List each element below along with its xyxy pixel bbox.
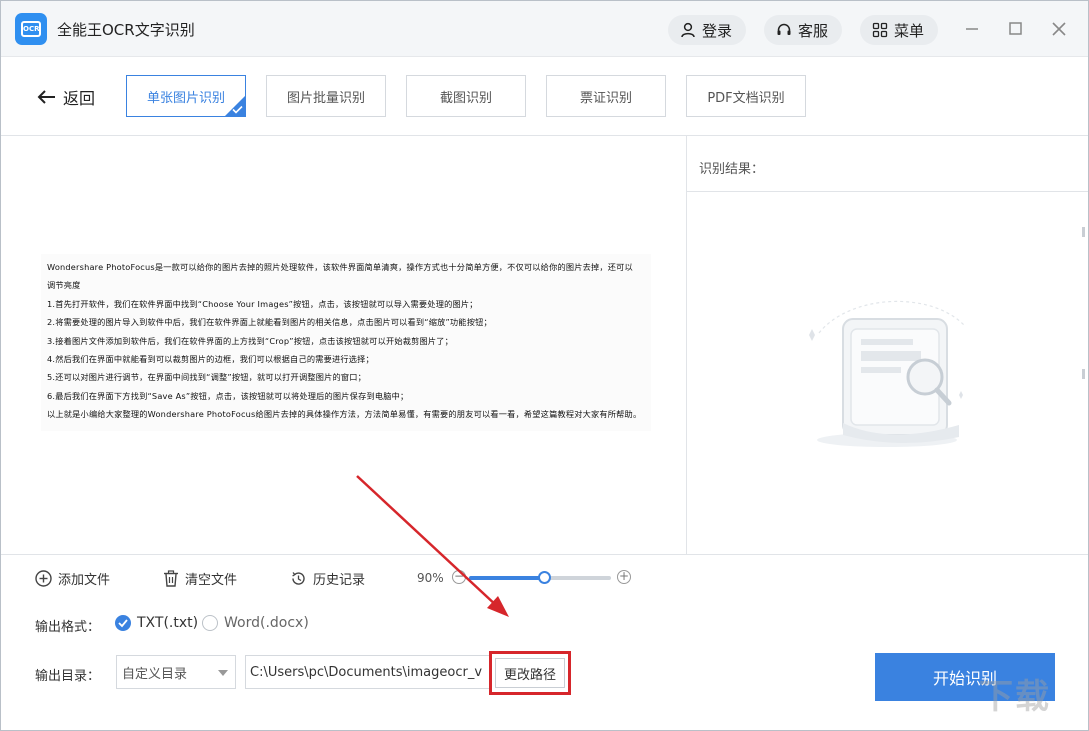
menu-label: 菜单 bbox=[894, 21, 925, 40]
tab-batch-images[interactable]: 图片批量识别 bbox=[266, 75, 386, 117]
doc-line: 3.接着图片文件添加到软件后，我们在软件界面的上方找到“Crop”按钮，点击该按… bbox=[47, 335, 454, 346]
scrollbar-mark[interactable] bbox=[1082, 227, 1085, 237]
tab-screenshot[interactable]: 截图识别 bbox=[406, 75, 526, 117]
doc-line: 6.最后我们在界面下方找到“Save As”按钮，点击，该按钮就可以将处理后的图… bbox=[47, 390, 409, 401]
maximize-icon bbox=[1009, 22, 1022, 35]
zoom-slider[interactable] bbox=[469, 571, 611, 584]
check-icon bbox=[232, 105, 243, 114]
tab-label: 单张图片识别 bbox=[146, 90, 225, 106]
tab-label: 票证识别 bbox=[579, 90, 632, 106]
history-button[interactable]: 历史记录 bbox=[290, 569, 365, 588]
output-path-field[interactable]: C:\Users\pc\Documents\imageocr_v bbox=[245, 655, 490, 689]
tab-label: PDF文档识别 bbox=[707, 90, 785, 106]
scrollbar-mark[interactable] bbox=[1082, 369, 1085, 379]
close-button[interactable] bbox=[1049, 19, 1069, 39]
tab-receipt[interactable]: 票证识别 bbox=[546, 75, 666, 117]
login-label: 登录 bbox=[702, 21, 733, 40]
back-button[interactable]: 返回 bbox=[37, 85, 95, 109]
history-icon bbox=[292, 572, 305, 585]
support-button[interactable]: 客服 bbox=[764, 15, 843, 45]
minus-icon: − bbox=[453, 569, 465, 583]
app-title: 全能王OCR文字识别 bbox=[57, 21, 195, 39]
tab-label: 截图识别 bbox=[439, 90, 492, 106]
add-file-label: 添加文件 bbox=[58, 573, 111, 588]
minimize-icon bbox=[966, 28, 978, 30]
headset-icon bbox=[777, 23, 791, 35]
output-dir-label: 输出目录： bbox=[35, 669, 101, 684]
menu-button[interactable]: 菜单 bbox=[860, 15, 939, 45]
highlight-box bbox=[489, 651, 571, 695]
clear-files-button[interactable]: 清空文件 bbox=[163, 569, 237, 588]
support-label: 客服 bbox=[798, 21, 829, 40]
bottom-divider bbox=[1, 554, 1088, 555]
maximize-button[interactable] bbox=[1005, 19, 1025, 39]
plus-circle-icon bbox=[35, 570, 52, 587]
clear-files-label: 清空文件 bbox=[185, 573, 238, 588]
output-dir-mode-select[interactable]: 自定义目录 bbox=[116, 655, 236, 689]
login-button[interactable]: 登录 bbox=[668, 15, 747, 45]
tab-single-image[interactable]: 单张图片识别 bbox=[126, 75, 246, 117]
format-txt-label: TXT(.txt) bbox=[137, 615, 199, 631]
plus-icon: + bbox=[618, 569, 630, 583]
zoom-slider-knob[interactable] bbox=[538, 571, 552, 584]
trash-icon bbox=[164, 570, 178, 587]
doc-line: 以上就是小编给大家整理的Wondershare PhotoFocus给图片去掉的… bbox=[47, 409, 642, 420]
radio-unchecked-icon bbox=[202, 615, 218, 631]
pane-divider bbox=[686, 136, 687, 554]
history-label: 历史记录 bbox=[313, 573, 366, 588]
doc-line: 5.还可以对图片进行调节，在界面中间找到“调整”按钮，就可以打开调整图片的窗口； bbox=[47, 372, 367, 383]
output-format-label: 输出格式： bbox=[35, 620, 101, 635]
document-image: Wondershare PhotoFocus是一款可以给你的图片去掉的照片处理软… bbox=[41, 254, 651, 431]
title-bar: OCR 全能王OCR文字识别 登录 客服 菜单 bbox=[1, 1, 1088, 57]
format-txt-radio[interactable]: TXT(.txt) bbox=[115, 615, 198, 631]
zoom-slider-fill bbox=[469, 576, 545, 580]
zoom-in-button[interactable]: + bbox=[617, 570, 631, 584]
zoom-out-button[interactable]: − bbox=[452, 570, 466, 584]
doc-line: 1.首先打开软件，我们在软件界面中找到“Choose Your Images”按… bbox=[47, 298, 478, 309]
grid-menu-icon bbox=[872, 22, 888, 38]
radio-checked-icon bbox=[115, 615, 131, 631]
zoom-level: 90% bbox=[417, 571, 444, 585]
result-label: 识别结果： bbox=[699, 162, 765, 177]
watermark: 下载 bbox=[979, 677, 1051, 717]
tab-pdf[interactable]: PDF文档识别 bbox=[686, 75, 806, 117]
tab-label: 图片批量识别 bbox=[286, 90, 365, 106]
close-icon bbox=[1052, 22, 1066, 36]
app-logo-text: OCR bbox=[21, 21, 41, 37]
minimize-button[interactable] bbox=[962, 19, 982, 39]
output-dir-mode-value: 自定义目录 bbox=[122, 666, 188, 682]
doc-line: 调节亮度 bbox=[47, 280, 81, 291]
arrow-left-icon bbox=[37, 90, 55, 104]
back-label: 返回 bbox=[63, 89, 96, 108]
doc-line: Wondershare PhotoFocus是一款可以给你的图片去掉的照片处理软… bbox=[47, 262, 633, 272]
add-file-button[interactable]: 添加文件 bbox=[35, 569, 110, 588]
chevron-down-icon bbox=[218, 670, 228, 676]
doc-line: 2.将需要处理的图片导入到软件中后，我们在软件界面上就能看到图片的相关信息，点击… bbox=[47, 317, 492, 328]
result-divider bbox=[687, 191, 1088, 192]
format-word-radio[interactable]: Word(.docx) bbox=[202, 615, 309, 631]
empty-result-illustration bbox=[809, 300, 965, 447]
doc-line: 4.然后我们在界面中就能看到可以裁剪图片的边框，我们可以根据自己的需要进行选择； bbox=[47, 354, 374, 365]
format-word-label: Word(.docx) bbox=[224, 615, 309, 631]
user-icon bbox=[681, 22, 695, 38]
app-window: OCR 全能王OCR文字识别 登录 客服 菜单 返回 单张图片识别 图片批量识别… bbox=[0, 0, 1089, 731]
app-logo: OCR bbox=[15, 13, 47, 45]
